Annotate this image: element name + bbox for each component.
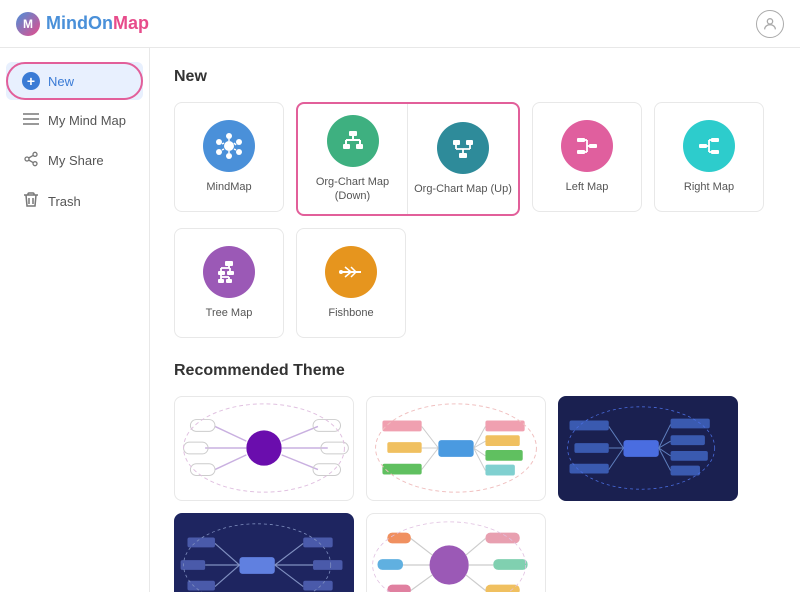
new-plus-icon: + <box>22 72 40 90</box>
org-up-label: Org-Chart Map (Up) <box>414 182 512 196</box>
org-up-icon <box>437 122 489 174</box>
my-share-icon <box>22 151 40 170</box>
map-type-grid: MindMap <box>174 102 776 338</box>
sidebar: + New My Mind Map My Share <box>0 48 150 592</box>
new-section-title: New <box>174 68 776 86</box>
map-card-mindmap[interactable]: MindMap <box>174 102 284 212</box>
mindmap-icon <box>203 120 255 172</box>
org-down-icon <box>327 115 379 167</box>
app-layout: + New My Mind Map My Share <box>0 48 800 592</box>
right-map-icon <box>683 120 735 172</box>
logo: M MindOnMap <box>16 12 149 36</box>
fishbone-icon <box>325 246 377 298</box>
right-map-label: Right Map <box>684 180 734 194</box>
map-card-right-map[interactable]: Right Map <box>654 102 764 212</box>
org-chart-group: Org-Chart Map (Down) <box>296 102 520 216</box>
recommended-theme-title: Recommended Theme <box>174 362 776 380</box>
trash-icon <box>22 192 40 211</box>
map-card-org-up[interactable]: Org-Chart Map (Up) <box>408 104 518 214</box>
map-card-left-map[interactable]: Left Map <box>532 102 642 212</box>
sidebar-item-new[interactable]: + New <box>6 62 143 100</box>
header: M MindOnMap <box>0 0 800 48</box>
map-card-tree-map[interactable]: Tree Map <box>174 228 284 338</box>
map-card-org-down[interactable]: Org-Chart Map (Down) <box>298 104 408 214</box>
map-card-fishbone[interactable]: Fishbone <box>296 228 406 338</box>
sidebar-item-my-mind-map-label: My Mind Map <box>48 113 126 128</box>
my-mind-map-icon <box>22 112 40 129</box>
sidebar-item-my-mind-map[interactable]: My Mind Map <box>6 102 143 139</box>
new-item-wrapper: + New <box>0 62 149 100</box>
theme-card-5[interactable] <box>366 513 546 592</box>
sidebar-item-my-share-label: My Share <box>48 153 104 168</box>
main-content: New MindM <box>150 48 800 592</box>
sidebar-item-trash[interactable]: Trash <box>6 182 143 221</box>
theme-card-3[interactable] <box>558 396 738 501</box>
theme-grid <box>174 396 776 592</box>
left-map-label: Left Map <box>566 180 609 194</box>
logo-icon: M <box>16 12 40 36</box>
tree-map-label: Tree Map <box>206 306 253 320</box>
tree-map-icon <box>203 246 255 298</box>
fishbone-label: Fishbone <box>328 306 373 320</box>
left-map-icon <box>561 120 613 172</box>
logo-text: MindOnMap <box>46 13 149 34</box>
map-row-2: Tree Map Fishbone <box>174 228 776 338</box>
mindmap-label: MindMap <box>206 180 251 194</box>
sidebar-item-trash-label: Trash <box>48 194 81 209</box>
sidebar-item-my-share[interactable]: My Share <box>6 141 143 180</box>
sidebar-item-new-label: New <box>48 74 74 89</box>
theme-card-1[interactable] <box>174 396 354 501</box>
theme-card-4[interactable] <box>174 513 354 592</box>
user-avatar-icon[interactable] <box>756 10 784 38</box>
org-down-label: Org-Chart Map (Down) <box>298 175 407 204</box>
theme-card-2[interactable] <box>366 396 546 501</box>
